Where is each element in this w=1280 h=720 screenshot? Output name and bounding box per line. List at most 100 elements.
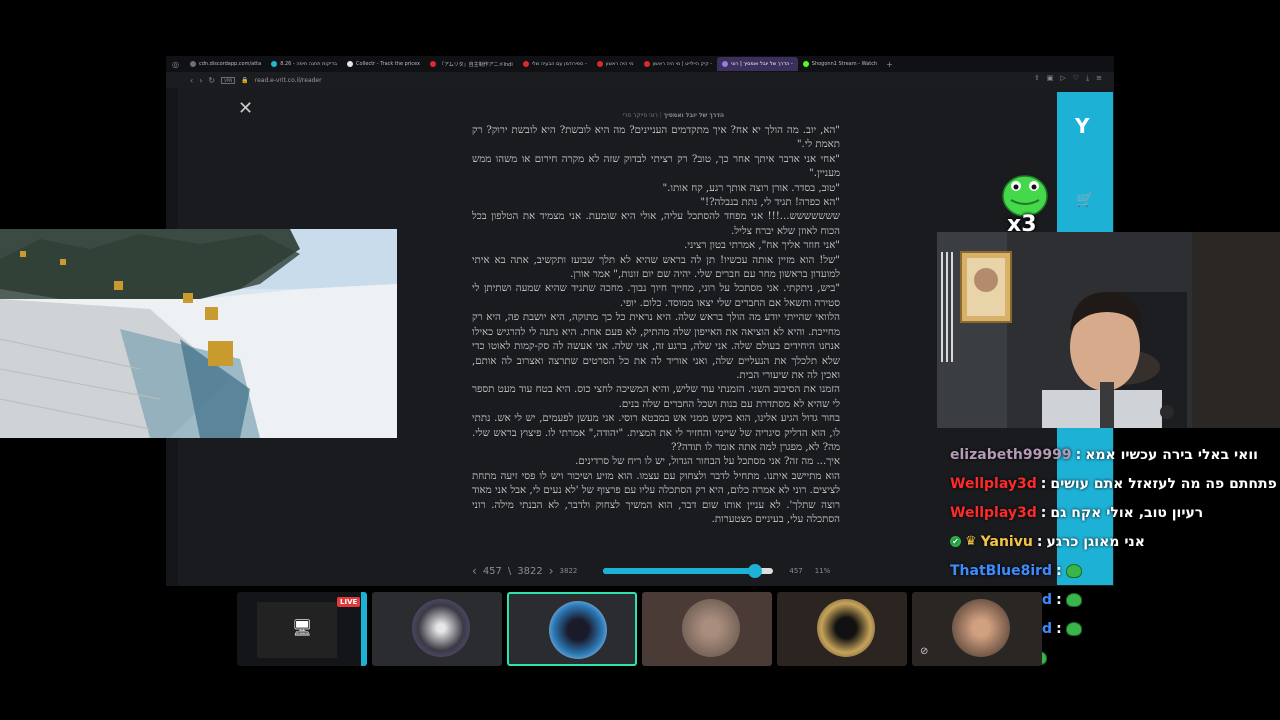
back-icon[interactable]: ‹ (190, 76, 193, 85)
book-paragraph: איך... מה זה? אני מסתכל על הבחור הגדול, … (575, 456, 840, 468)
tab-favicon-icon (429, 61, 436, 67)
tab-strip: ◎ cdn.discordapp.com/atta 8.26 - בדיקות ת… (166, 56, 1114, 72)
page-slider-thumb[interactable] (747, 564, 762, 578)
tab-favicon-icon (722, 61, 729, 67)
avatar (817, 599, 875, 657)
page-slider[interactable] (603, 564, 774, 578)
browser-tab[interactable]: 『アムリタ』自主制作アニメIndi (425, 57, 518, 71)
chat-message: ThatBlue8ird: (950, 556, 1280, 585)
chat-text: וואי באלי בירה עכשיו אמא (1085, 446, 1258, 463)
mic-muted-icon: ⊘ (920, 646, 929, 657)
tab-favicon-icon (596, 61, 603, 67)
chat-message: Wellplay3d: רעיון טוב, אולי אקח גם (950, 498, 1280, 527)
chat-text: ת פתחתם פה מה לעזאזל אתם עושים (1050, 475, 1280, 492)
progress-percent: 11% (814, 567, 831, 575)
tab-label: Shogonn1 Stream - Watch (811, 61, 878, 67)
tab-favicon-icon (347, 61, 354, 67)
book-paragraph: הוא מתיישב איתנו. מתחיל לדבר ולצחוק עם ע… (472, 470, 840, 525)
browser-tab[interactable]: ספירודמן עם הבעיה שלי - (518, 57, 592, 71)
webcam-feed (937, 232, 1280, 428)
chat-username[interactable]: Yanivu (981, 534, 1033, 550)
menu-icon[interactable]: ≡ (1096, 74, 1102, 83)
total-pages: 3822 (517, 565, 543, 577)
book-author: רוני פייקר פרי (622, 112, 658, 119)
tab-label: קיק היילייט | מי היה ראשון - (652, 61, 713, 67)
tab-label: cdn.discordapp.com/atta (198, 61, 262, 67)
chat-separator: : (1036, 533, 1043, 550)
reload-icon[interactable]: ↻ (208, 76, 215, 85)
pepe-emote-icon (1065, 563, 1082, 578)
book-paragraph: "ביש, ניתקתי. אני מסתכל על רוני, מחייך ח… (472, 283, 840, 309)
avatar (952, 599, 1010, 657)
avatar (682, 599, 740, 657)
browser-tab[interactable]: Shogonn1 Stream - Watch (798, 57, 882, 71)
crown-badge-icon: ♛ (965, 534, 977, 549)
participant-tile-speaking[interactable] (507, 592, 637, 666)
prev-page-icon[interactable]: ‹ (472, 564, 477, 578)
page-navigation: ‹ 457 \ 3822 › 3822 457 11% (472, 563, 840, 579)
book-header: הדרך של יובל ואמסיך | רוני פייקר פרי (622, 112, 724, 119)
cart-icon[interactable]: 🛒 (1076, 192, 1093, 208)
brand-logo-icon[interactable]: Y (1075, 114, 1089, 138)
book-text: "הא, יוב. מה הולך יא אח? איך מתקדמים הענ… (472, 124, 840, 527)
tab-favicon-icon (522, 61, 529, 67)
chat-message: elizabeth99999: וואי באלי בירה עכשיו אמא (950, 440, 1280, 469)
tab-label: ספירודמן עם הבעיה שלי - (531, 61, 587, 67)
participant-tile-screenshare[interactable]: 🖥 LIVE (237, 592, 367, 666)
play-icon[interactable]: ▷ (1060, 74, 1065, 83)
book-title: הדרך של יובל ואמסיך (663, 112, 724, 119)
current-page: 457 (482, 565, 502, 577)
browser-tab[interactable]: הדרך של יובל ואמסיך | רוני - (717, 57, 798, 71)
tab-label: 『アムリタ』自主制作アニメIndi (438, 61, 513, 68)
book-paragraph: "של! הוא מזיין אותה עכשיו! תן לה בראש שה… (472, 254, 840, 281)
chat-separator: : (1075, 446, 1082, 463)
slider-total-label: 3822 (559, 567, 578, 575)
browser-tab[interactable]: cdn.discordapp.com/atta (185, 57, 266, 71)
page-separator: \ (507, 565, 512, 577)
next-page-icon[interactable]: › (549, 564, 554, 578)
tab-label: 8.26 - בדיקות תחנה חיפה (280, 61, 338, 67)
new-tab-button[interactable]: + (882, 60, 897, 69)
tab-label: Collectr - Track the pricex (356, 61, 420, 67)
chat-message: ✔ ♛ Yanivu: אני מאוגן כרגע (950, 527, 1280, 556)
browser-tab[interactable]: 8.26 - בדיקות תחנה חיפה (266, 57, 342, 71)
minecraft-scene (0, 229, 397, 438)
vpn-badge[interactable]: VPN (221, 76, 236, 84)
chat-username[interactable]: Wellplay3d (950, 505, 1037, 521)
tab-favicon-icon (802, 61, 809, 67)
download-icon[interactable]: ⤓ (1086, 74, 1089, 83)
book-paragraph: הלוואי שהייתי יודע מה הולך בראש שלה. היא… (472, 312, 840, 381)
chat-separator: : (1056, 591, 1062, 608)
verified-badge-icon: ✔ (950, 536, 961, 547)
participant-tile-4[interactable] (642, 592, 772, 666)
browser-menu-icon[interactable]: ◎ (166, 60, 185, 69)
chat-username[interactable]: ThatBlue8ird (950, 563, 1052, 579)
close-icon[interactable]: ✕ (238, 98, 253, 119)
url-field[interactable]: read.e-vrit.co.il/reader (255, 77, 322, 84)
participant-tile-5[interactable] (777, 592, 907, 666)
browser-tab[interactable]: מי היה ראשון (592, 57, 639, 71)
chat-username[interactable]: elizabeth99999 (950, 447, 1072, 463)
live-badge: LIVE (337, 597, 361, 607)
monitor-icon: 🖥 (292, 618, 313, 637)
forward-icon[interactable]: › (199, 76, 202, 85)
browser-tab[interactable]: קיק היילייט | מי היה ראשון - (639, 57, 718, 71)
tab-label: הדרך של יובל ואמסיך | רוני - (731, 61, 793, 67)
tab-favicon-icon (189, 61, 196, 67)
browser-tab[interactable]: Collectr - Track the pricex (342, 57, 425, 71)
participant-tile-2[interactable] (372, 592, 502, 666)
chat-separator: : (1056, 620, 1062, 637)
share-icon[interactable]: ⇪ (1034, 74, 1040, 83)
book-paragraph: "אני חוזר אליך אח", אמרתי בטון רציני. (684, 240, 840, 252)
book-paragraph: "טוב, בסדר. אורן רוצה אותך רגע, קח אותו.… (662, 182, 841, 194)
heart-icon[interactable]: ♡ (1073, 74, 1079, 83)
chat-separator: : (1040, 475, 1047, 492)
toolbar-icons: ⇪ ▣ ▷ ♡ ⤓ ≡ (1034, 74, 1102, 83)
chat-username[interactable]: Wellplay3d (950, 476, 1037, 492)
page-slider-fill (603, 568, 755, 574)
extension-icon[interactable]: ▣ (1047, 74, 1054, 83)
tab-favicon-icon (643, 61, 650, 67)
avatar (412, 599, 470, 657)
participant-tile-6[interactable]: ⊘ (912, 592, 1042, 666)
tile-accent (361, 592, 367, 666)
